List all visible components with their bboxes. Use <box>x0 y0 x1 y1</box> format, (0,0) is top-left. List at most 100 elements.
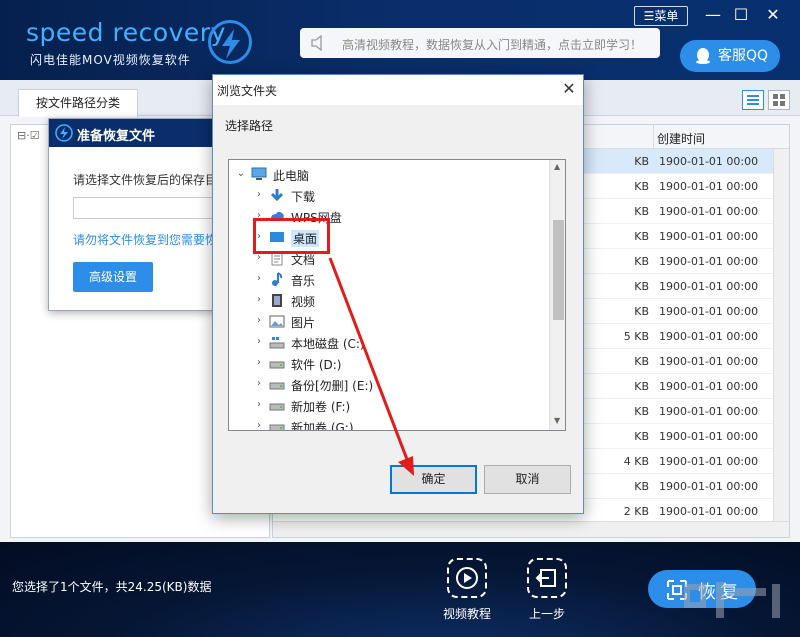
previous-step-button[interactable] <box>527 558 567 598</box>
chevron-right-icon[interactable]: › <box>253 336 265 347</box>
browse-dialog-title: 浏览文件夹 <box>217 84 278 98</box>
folder-tree-item[interactable]: › 图片 <box>229 311 549 332</box>
drive-icon <box>269 356 285 371</box>
folder-tree-item[interactable]: › 音乐 <box>229 269 549 290</box>
folder-tree-item[interactable]: › 下载 <box>229 185 549 206</box>
chevron-right-icon[interactable]: › <box>253 189 265 200</box>
folder-tree-scrollbar[interactable]: ▲ ▼ <box>549 160 565 430</box>
created-date: 1900-01-01 00:00 <box>659 280 759 293</box>
select-path-label: 选择路径 <box>225 119 274 133</box>
chevron-right-icon[interactable]: › <box>253 357 265 368</box>
folder-tree-item[interactable]: › 新加卷 (G:) <box>229 416 549 431</box>
table-horizontal-scrollbar[interactable] <box>273 521 789 537</box>
created-date: 1900-01-01 00:00 <box>659 430 759 443</box>
folder-label: 此电脑 <box>273 169 310 183</box>
created-date: 1900-01-01 00:00 <box>659 455 759 468</box>
chevron-right-icon[interactable]: › <box>253 378 265 389</box>
minimize-icon[interactable]: — <box>702 4 724 26</box>
tab-by-path[interactable]: 按文件路径分类 <box>18 89 138 117</box>
folder-label: 音乐 <box>291 274 316 288</box>
drive-icon <box>269 377 285 392</box>
column-created-time[interactable]: 创建时间 <box>657 130 705 147</box>
folder-tree-item[interactable]: ⌄ 此电脑 <box>229 164 549 185</box>
prepare-dialog-title: 准备恢复文件 <box>77 129 156 144</box>
drive-icon <box>269 398 285 413</box>
computer-icon <box>251 167 267 182</box>
maximize-icon[interactable]: ☐ <box>730 4 752 26</box>
folder-label: 新加卷 (F:) <box>291 400 351 414</box>
chevron-right-icon[interactable]: › <box>253 294 265 305</box>
created-date: 1900-01-01 00:00 <box>659 380 759 393</box>
folder-label: 备份[勿删] (E:) <box>291 379 374 393</box>
app-logo: speed recovery <box>26 18 226 47</box>
play-icon <box>456 567 478 589</box>
save-path-prompt: 请选择文件恢复后的保存目 <box>73 173 218 187</box>
folder-tree: ⌄ 此电脑 › 下载 › WPS网盘 › 桌面 › 文档 › 音乐 › 视频 › 图片 › 本地磁盘 (C:) › 软… <box>228 159 566 431</box>
download-icon <box>269 188 285 203</box>
chevron-right-icon[interactable]: › <box>253 273 265 284</box>
previous-step-label: 上一步 <box>528 607 565 621</box>
watermark-logo-icon <box>684 582 780 618</box>
video-tutorial-button[interactable] <box>447 558 487 598</box>
list-view-icon[interactable] <box>742 90 764 110</box>
close-icon[interactable]: ✕ <box>762 4 784 26</box>
video-tutorial-label: 视频教程 <box>442 607 491 621</box>
folder-tree-item[interactable]: › 视频 <box>229 290 549 311</box>
cancel-button[interactable]: 取消 <box>484 465 571 494</box>
grid-view-icon[interactable] <box>768 90 790 110</box>
folder-label: 下载 <box>291 190 316 204</box>
restore-warning-text: 请勿将文件恢复到您需要恢 <box>73 233 218 247</box>
scroll-thumb[interactable] <box>553 220 564 320</box>
picture-icon <box>269 314 285 329</box>
chevron-right-icon[interactable]: › <box>253 420 265 430</box>
speaker-icon <box>311 35 322 51</box>
back-icon <box>535 569 556 587</box>
app-small-icon <box>55 124 73 142</box>
music-icon <box>269 272 285 287</box>
created-date: 1900-01-01 00:00 <box>659 155 759 168</box>
created-date: 1900-01-01 00:00 <box>659 505 759 518</box>
created-date: 1900-01-01 00:00 <box>659 480 759 493</box>
created-date: 1900-01-01 00:00 <box>659 205 759 218</box>
folder-tree-item[interactable]: › 软件 (D:) <box>229 353 549 374</box>
table-vertical-scrollbar[interactable] <box>773 149 789 521</box>
advanced-settings-button[interactable]: 高级设置 <box>73 262 153 292</box>
folder-label: 图片 <box>291 316 316 330</box>
app-subtitle: 闪电佳能MOV视频恢复软件 <box>30 53 191 67</box>
highlight-box <box>253 218 330 254</box>
tree-expander-icon[interactable]: ⊟·☑ <box>17 129 40 142</box>
notice-text: 高清视频教程，数据恢复从入门到精通，点击立即学习！ <box>342 38 643 52</box>
notice-bar[interactable]: 高清视频教程，数据恢复从入门到精通，点击立即学习！ <box>300 28 660 58</box>
qq-label: 客服QQ <box>718 48 769 64</box>
folder-label: 软件 (D:) <box>291 358 342 372</box>
browse-dialog-body: 选择路径 ⌄ 此电脑 › 下载 › WPS网盘 › 桌面 › 文档 › 音乐 › 视频 › 图片 › 本地磁盘 (… <box>213 105 583 513</box>
drive-c-icon <box>269 335 285 350</box>
created-date: 1900-01-01 00:00 <box>659 405 759 418</box>
folder-label: 视频 <box>291 295 316 309</box>
folder-tree-item[interactable]: › 本地磁盘 (C:) <box>229 332 549 353</box>
app-window: speed recovery 闪电佳能MOV视频恢复软件 高清视频教程，数据恢复… <box>0 0 800 637</box>
chevron-right-icon[interactable]: › <box>253 315 265 326</box>
folder-tree-item[interactable]: › 备份[勿删] (E:) <box>229 374 549 395</box>
lightning-logo-icon <box>208 20 252 64</box>
created-date: 1900-01-01 00:00 <box>659 330 759 343</box>
chevron-down-icon[interactable]: ⌄ <box>235 168 247 179</box>
created-date: 1900-01-01 00:00 <box>659 230 759 243</box>
folder-label: 新加卷 (G:) <box>291 421 354 431</box>
browse-folder-dialog: 浏览文件夹 ✕ 选择路径 ⌄ 此电脑 › 下载 › WPS网盘 › 桌面 › 文档 › 音乐 › 视频 › 图… <box>212 74 584 514</box>
selection-status: 您选择了1个文件，共24.25(KB)数据 <box>12 580 212 594</box>
chevron-right-icon[interactable]: › <box>253 399 265 410</box>
ok-button[interactable]: 确定 <box>390 465 477 494</box>
qq-icon <box>696 48 710 64</box>
folder-tree-item[interactable]: › 新加卷 (F:) <box>229 395 549 416</box>
qq-support-button[interactable]: 客服QQ <box>680 40 780 72</box>
folder-label: 本地磁盘 (C:) <box>291 337 365 351</box>
header-bar: speed recovery 闪电佳能MOV视频恢复软件 高清视频教程，数据恢复… <box>0 0 800 80</box>
video-icon <box>269 293 285 308</box>
menu-button[interactable]: ☰菜单 <box>634 6 688 26</box>
created-date: 1900-01-01 00:00 <box>659 305 759 318</box>
browse-close-icon[interactable]: ✕ <box>559 79 579 98</box>
created-date: 1900-01-01 00:00 <box>659 255 759 268</box>
drive-icon <box>269 419 285 430</box>
created-date: 1900-01-01 00:00 <box>659 355 759 368</box>
